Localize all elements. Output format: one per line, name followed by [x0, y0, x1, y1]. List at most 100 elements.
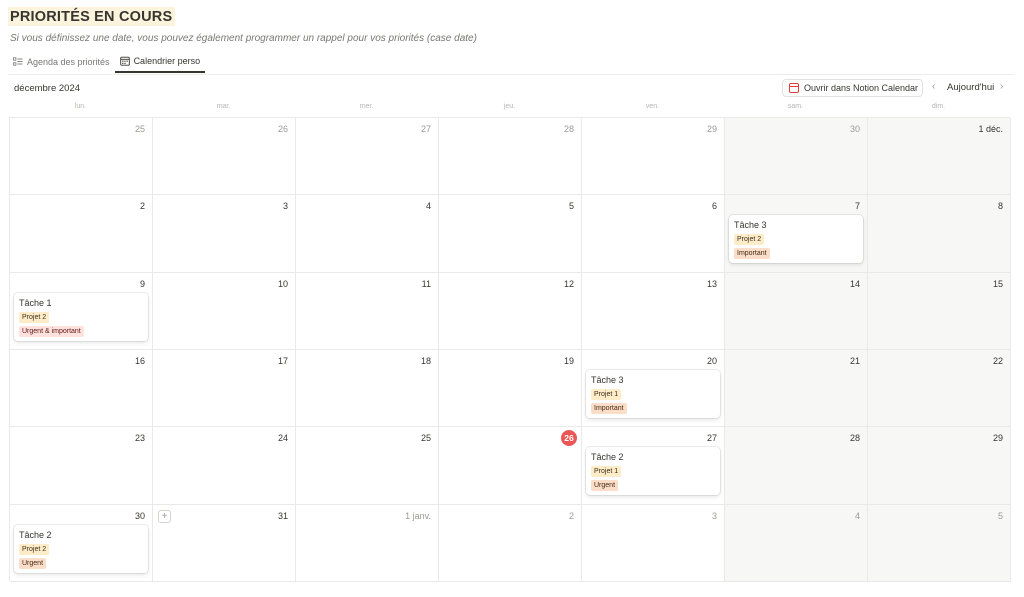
day-number: 16	[134, 355, 145, 366]
page-subtitle: Si vous définissez une date, vous pouvez…	[10, 33, 477, 44]
calendar-day-cell[interactable]: 27 Tâche 2 Projet 1 Urgent	[582, 427, 725, 505]
open-notion-calendar-label: Ouvrir dans Notion Calendar	[804, 83, 919, 93]
project-tag: Projet 2	[734, 234, 765, 246]
calendar-day-cell[interactable]: 4	[296, 195, 439, 273]
calendar-day-cell[interactable]: 25	[10, 118, 153, 196]
tab-agenda-des-priorites[interactable]: Agenda des priorités	[8, 51, 115, 73]
calendar-day-cell[interactable]: 4	[725, 504, 868, 582]
calendar-day-cell[interactable]: 26	[153, 118, 296, 196]
event-title: Tâche 3	[734, 220, 767, 231]
calendar-day-cell[interactable]: 17	[153, 349, 296, 428]
calendar-day-cell[interactable]: 6	[582, 195, 725, 273]
weekday-label: lun.	[74, 103, 87, 110]
calendar-day-cell[interactable]: 3	[153, 195, 296, 273]
event-title: Tâche 3	[591, 374, 624, 385]
calendar-day-cell[interactable]: 11	[296, 272, 439, 350]
priority-tag: Urgent	[591, 480, 619, 492]
project-tag: Projet 2	[19, 311, 50, 323]
calendar-day-cell[interactable]: 22	[868, 349, 1011, 428]
calendar-day-cell[interactable]: 10	[153, 272, 296, 350]
chevron-right-icon[interactable]: ›	[1000, 81, 1003, 92]
day-number: 1 déc.	[978, 124, 1003, 134]
calendar-day-cell[interactable]: 7 Tâche 3 Projet 2 Important	[725, 195, 868, 273]
today-button[interactable]: Aujourd'hui	[947, 82, 994, 93]
calendar-day-cell[interactable]: 30	[725, 118, 868, 196]
weekday-label: dim.	[931, 103, 946, 110]
calendar-day-cell[interactable]: 29	[868, 427, 1011, 505]
calendar-day-cell[interactable]: 20 Tâche 3 Projet 1 Important	[582, 349, 725, 428]
event-title: Tâche 1	[19, 297, 52, 308]
day-number: 4	[854, 510, 860, 521]
day-number: 23	[134, 433, 145, 444]
event-card[interactable]: Tâche 2 Projet 1 Urgent	[586, 447, 720, 496]
priority-tag: Urgent	[19, 557, 47, 569]
calendar-day-cell[interactable]: 16	[10, 349, 153, 428]
calendar-day-cell[interactable]: 28	[725, 427, 868, 505]
day-number: 28	[849, 433, 860, 444]
day-number: 18	[420, 355, 431, 366]
calendar-day-cell[interactable]: 14	[725, 272, 868, 350]
day-number: 17	[277, 355, 288, 366]
calendar-day-cell[interactable]: 12	[439, 272, 582, 350]
calendar-day-cell[interactable]: 31 +	[153, 504, 296, 582]
calendar-grid: 25 26 27 28 29 30 1 déc. 2 3 4 5 6 7 Tâche 3 Projet 2I…	[9, 117, 1011, 582]
day-number: 4	[425, 201, 431, 212]
event-card[interactable]: Tâche 3 Projet 2 Important	[729, 215, 863, 264]
calendar-day-cell[interactable]: 3	[582, 504, 725, 582]
event-title: Tâche 2	[591, 452, 624, 463]
day-number: 2	[568, 510, 574, 521]
open-notion-calendar-button[interactable]: Ouvrir dans Notion Calendar	[782, 79, 923, 97]
calendar-day-cell[interactable]: 30 Tâche 2 Projet 2 Urgent	[10, 504, 153, 582]
day-number: 5	[568, 201, 574, 212]
weekday-label: ven.	[645, 103, 660, 110]
day-number: 27	[706, 433, 717, 444]
calendar-day-cell[interactable]: 2	[439, 504, 582, 582]
day-number: 26	[277, 124, 288, 134]
project-tag: Projet 2	[19, 543, 50, 555]
calendar-day-cell[interactable]: 23	[10, 427, 153, 505]
calendar-day-cell[interactable]: 24	[153, 427, 296, 505]
project-tag: Projet 1	[591, 388, 622, 400]
notion-calendar-icon	[789, 83, 799, 93]
calendar-day-cell[interactable]: 8	[868, 195, 1011, 273]
chevron-left-icon[interactable]: ‹	[932, 81, 935, 92]
calendar-day-cell[interactable]: 5	[439, 195, 582, 273]
day-number: 19	[563, 355, 574, 366]
day-number: 29	[706, 124, 717, 134]
tab-label: Agenda des priorités	[27, 57, 110, 67]
calendar-day-cell[interactable]: 15	[868, 272, 1011, 350]
calendar-day-cell[interactable]: 2	[10, 195, 153, 273]
calendar-day-cell[interactable]: 29	[582, 118, 725, 196]
calendar-day-cell[interactable]: 21	[725, 349, 868, 428]
calendar-day-cell[interactable]: 19	[439, 349, 582, 428]
add-event-button[interactable]: +	[158, 509, 171, 523]
day-number: 30	[849, 124, 860, 134]
event-card[interactable]: Tâche 3 Projet 1 Important	[586, 369, 720, 418]
calendar-day-cell[interactable]: 25	[296, 427, 439, 505]
day-number: 2	[139, 201, 145, 212]
calendar-day-cell[interactable]: 27	[296, 118, 439, 196]
calendar-day-cell[interactable]: 26	[439, 427, 582, 505]
month-label: décembre 2024	[14, 83, 81, 94]
calendar-day-cell[interactable]: 9 Tâche 1 Projet 2 Urgent & important	[10, 272, 153, 350]
weekday-header-row: lun. mar. mer. jeu. ven. sam. dim.	[9, 103, 1010, 115]
view-tabs: Agenda des priorités Calendrier perso	[8, 51, 206, 74]
day-number: 7	[854, 201, 860, 212]
calendar-day-cell[interactable]: 1 déc.	[868, 118, 1011, 196]
calendar-day-cell[interactable]: 5	[868, 504, 1011, 582]
priority-tag: Urgent & important	[19, 325, 84, 337]
event-card[interactable]: Tâche 2 Projet 2 Urgent	[14, 524, 148, 573]
event-card[interactable]: Tâche 1 Projet 2 Urgent & important	[14, 292, 148, 341]
day-number: 27	[420, 124, 431, 134]
calendar-day-cell[interactable]: 1 janv.	[296, 504, 439, 582]
tab-calendrier-perso[interactable]: Calendrier perso	[114, 51, 206, 73]
calendar-day-cell[interactable]: 13	[582, 272, 725, 350]
tabs-divider	[8, 74, 1014, 75]
calendar-day-cell[interactable]: 28	[439, 118, 582, 196]
day-number: 10	[277, 278, 288, 289]
weekday-label: sam.	[787, 103, 804, 110]
calendar-day-cell[interactable]: 18	[296, 349, 439, 428]
weekday-label: mar.	[216, 103, 231, 110]
day-number: 3	[711, 510, 717, 521]
day-number: 8	[997, 201, 1003, 212]
